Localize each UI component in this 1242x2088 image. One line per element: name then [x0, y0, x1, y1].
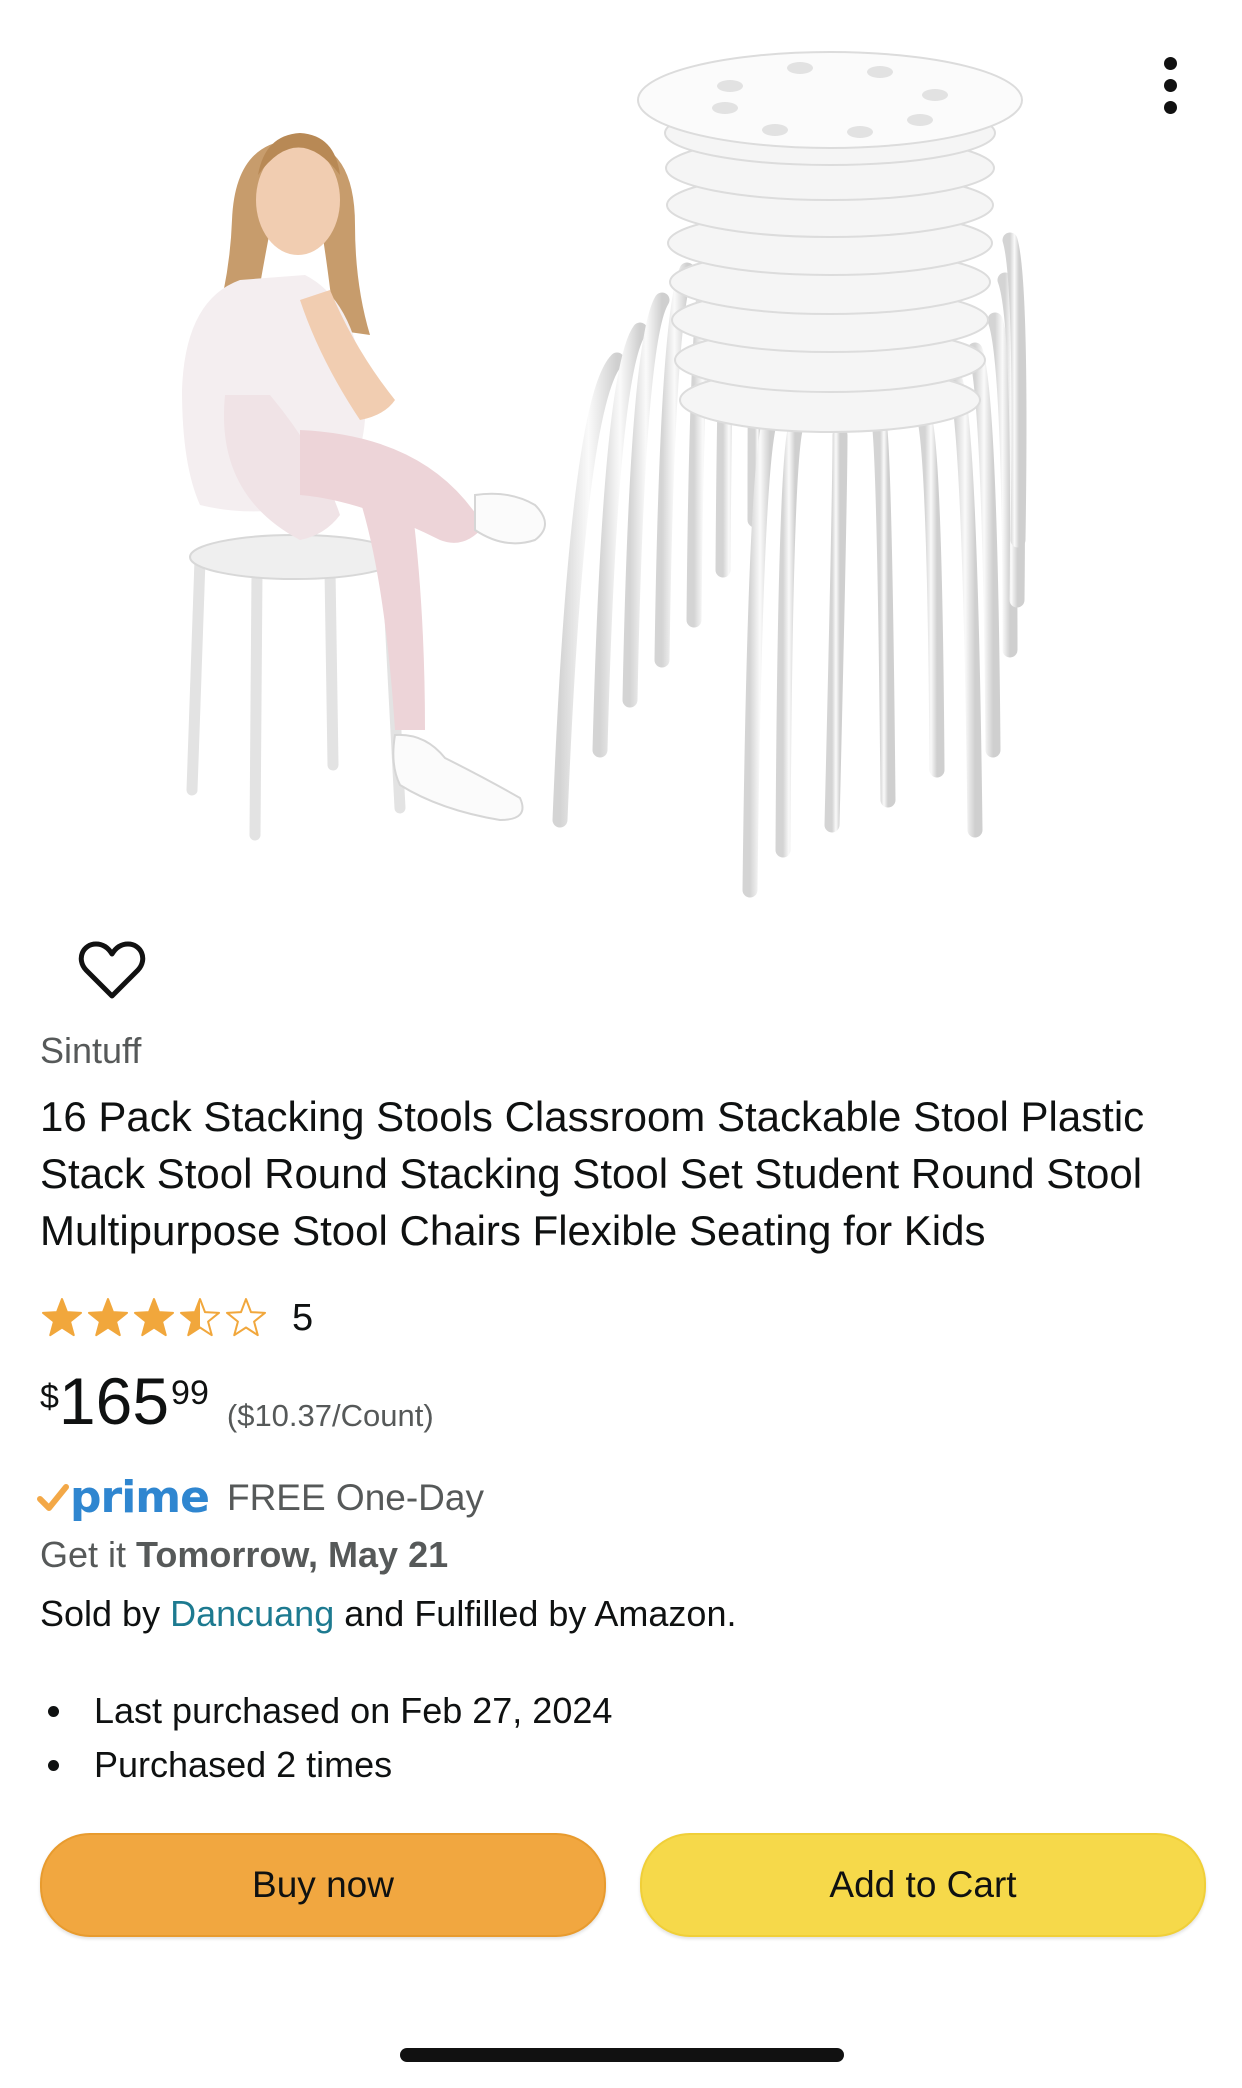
price-currency: $ [40, 1378, 59, 1416]
sold-by-line: Sold by Dancuang and Fulfilled by Amazon… [40, 1593, 736, 1635]
delivery-date: Tomorrow, May 21 [136, 1534, 449, 1575]
star-icon [179, 1298, 221, 1337]
prime-shipping-text: FREE One-Day [226, 1476, 484, 1518]
delivery-estimate: Get it Tomorrow, May 21 [40, 1534, 448, 1576]
more-dot [1163, 100, 1177, 114]
product-image[interactable] [0, 0, 1242, 940]
seller-link[interactable]: Dancuang [170, 1593, 334, 1634]
price-fraction: 99 [171, 1374, 209, 1412]
product-title: 16 Pack Stacking Stools Classroom Stacka… [40, 1093, 1145, 1254]
price-whole: 165 [58, 1364, 170, 1438]
star-rating [41, 1298, 267, 1337]
home-indicator[interactable] [400, 2048, 844, 2062]
brand-name[interactable]: Sintuff [40, 1030, 141, 1072]
more-options-icon[interactable] [1140, 50, 1200, 120]
purchase-count: Purchased 2 times [40, 1738, 612, 1792]
purchase-history: Last purchased on Feb 27, 2024 Purchased… [40, 1684, 612, 1792]
delivery-prefix: Get it [40, 1534, 127, 1575]
add-to-cart-button[interactable]: Add to Cart [640, 1833, 1206, 1937]
star-icon [41, 1298, 83, 1337]
more-dot [1163, 56, 1177, 70]
prime-badge: prime [36, 1472, 210, 1523]
rating-row[interactable]: 5 [40, 1296, 313, 1340]
star-icon [225, 1298, 267, 1337]
star-icon [87, 1298, 129, 1337]
unit-price: ($10.37/Count) [226, 1398, 434, 1433]
prime-row: prime FREE One-Day [36, 1472, 484, 1523]
prime-label: prime [70, 1472, 210, 1523]
price-block: $ 165 99 ($10.37/Count) [40, 1368, 434, 1434]
heart-icon[interactable] [78, 940, 146, 1002]
more-dot [1163, 78, 1177, 92]
star-icon [133, 1298, 175, 1337]
checkmark-icon [37, 1483, 69, 1511]
sold-by-suffix: and Fulfilled by Amazon. [344, 1593, 737, 1634]
rating-count: 5 [292, 1296, 314, 1339]
sold-by-prefix: Sold by [40, 1593, 161, 1634]
buy-now-button[interactable]: Buy now [40, 1833, 606, 1937]
last-purchased: Last purchased on Feb 27, 2024 [40, 1684, 612, 1738]
